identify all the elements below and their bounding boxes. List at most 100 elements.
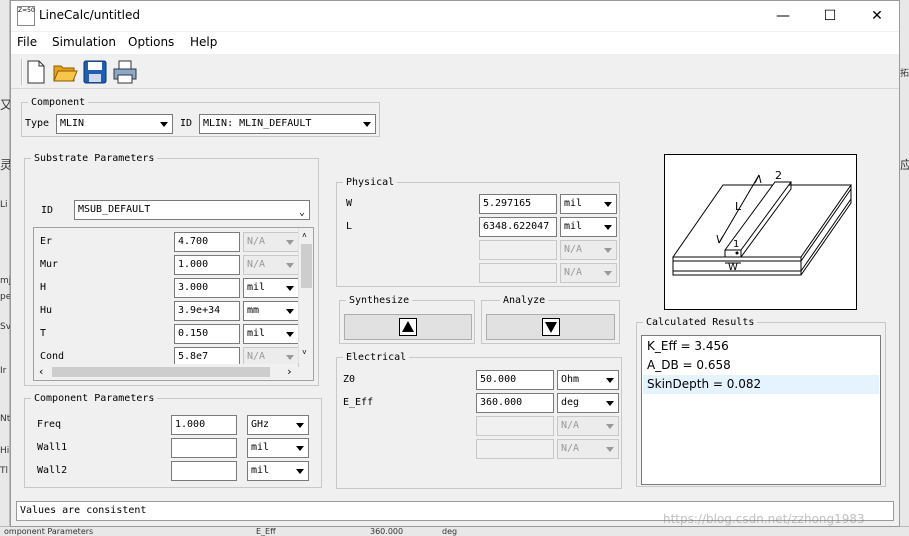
linecalc-window: Z=50 LineCalc/untitled — ☐ ✕ File Simula… — [10, 0, 900, 527]
result-item[interactable]: K_Eff = 3.456 — [643, 337, 879, 356]
component-param-unit-select[interactable]: GHz — [247, 415, 309, 435]
component-param-label: Wall1 — [37, 442, 68, 453]
menu-simulation[interactable]: Simulation — [52, 35, 116, 49]
electrical-unit-select[interactable]: deg — [557, 393, 619, 413]
substrate-unit-select-value: N/A — [247, 351, 266, 362]
diagram-label-2: 2 — [775, 169, 782, 182]
maximize-button[interactable]: ☐ — [807, 1, 853, 31]
horizontal-scrollbar[interactable]: ‹ › — [34, 364, 298, 380]
component-param-unit-select-value: mil — [251, 465, 270, 476]
scroll-right-icon[interactable]: › — [286, 365, 293, 378]
scroll-down-icon[interactable]: ˅ — [302, 348, 307, 358]
electrical-param-input[interactable]: 50.000 — [476, 370, 554, 390]
substrate-param-input[interactable]: 3.000 — [174, 278, 240, 298]
substrate-param-input[interactable]: 3.9e+34 — [174, 301, 240, 321]
menu-help[interactable]: Help — [190, 35, 217, 49]
title-bar[interactable]: Z=50 LineCalc/untitled — ☐ ✕ — [11, 1, 899, 31]
background-window-left: 又 灵 Li mj pe Sv Ir Nt Hi Tl — [0, 0, 12, 536]
result-item[interactable]: A_DB = 0.658 — [643, 356, 879, 375]
component-param-unit-select-value: mil — [251, 442, 270, 453]
new-file-icon[interactable] — [23, 59, 49, 85]
substrate-unit-select[interactable]: mil — [243, 278, 299, 298]
menu-options[interactable]: Options — [128, 35, 174, 49]
type-select[interactable]: MLIN — [56, 114, 173, 134]
result-item[interactable]: SkinDepth = 0.082 — [643, 375, 879, 394]
chevron-down-icon — [363, 122, 371, 127]
chevron-down-icon — [286, 309, 294, 314]
background-label: 拓 — [900, 69, 909, 79]
diagram-label-1: 1 — [733, 239, 739, 250]
electrical-unit-select[interactable]: Ohm — [557, 370, 619, 390]
diagram-label-l: L — [735, 200, 742, 213]
component-param-label: Freq — [37, 419, 62, 430]
close-icon: ✕ — [871, 8, 883, 24]
synthesize-legend: Synthesize — [349, 295, 410, 306]
chevron-down-icon — [160, 122, 168, 127]
electrical-unit-select-value: Ohm — [561, 374, 580, 385]
results-legend: Calculated Results — [646, 317, 755, 328]
component-param-input[interactable] — [171, 438, 237, 458]
chevron-down-icon — [604, 248, 612, 253]
physical-unit-select: N/A — [560, 240, 617, 260]
substrate-unit-select: N/A — [243, 232, 299, 252]
scroll-up-icon[interactable]: ˄ — [302, 231, 307, 241]
substrate-param-label: T — [40, 328, 47, 339]
analyze-button[interactable] — [486, 314, 615, 340]
component-legend: Component — [31, 97, 86, 108]
substrate-id-select[interactable]: MSUB_DEFAULT ⌄ — [74, 200, 310, 220]
component-param-unit-select[interactable]: mil — [247, 461, 309, 481]
physical-param-input[interactable]: 5.297165 — [479, 194, 557, 214]
window-title: LineCalc/untitled — [39, 8, 141, 22]
background-label: Ir — [0, 366, 7, 376]
electrical-param-label: E_Eff — [343, 397, 374, 408]
component-id-select[interactable]: MLIN: MLIN_DEFAULT — [199, 114, 376, 134]
minimize-button[interactable]: — — [760, 1, 806, 31]
substrate-scroll-area[interactable]: Er 4.700 N/A Mur 1.000 N/A H 3.000 mil Hu 3.9e+34 m… — [33, 227, 314, 381]
save-disk-icon[interactable] — [82, 59, 108, 85]
substrate-param-input[interactable]: 4.700 — [174, 232, 240, 252]
substrate-unit-select-value: mm — [247, 305, 260, 316]
physical-unit-select[interactable]: mil — [560, 194, 617, 214]
physical-unit-select-value: mil — [564, 221, 583, 232]
chevron-down-icon — [286, 355, 294, 360]
component-param-unit-select-value: GHz — [251, 419, 270, 430]
physical-unit-select[interactable]: mil — [560, 217, 617, 237]
print-icon[interactable] — [112, 59, 138, 85]
down-arrow-icon — [541, 318, 560, 336]
chevron-down-icon — [604, 225, 612, 230]
substrate-param-label: Mur — [40, 259, 59, 270]
background-label: Hi — [0, 446, 10, 456]
vertical-scrollbar[interactable]: ˄ ˅ — [298, 228, 313, 363]
substrate-param-label: H — [40, 282, 47, 293]
scroll-left-icon[interactable]: ‹ — [38, 365, 45, 378]
app-icon: Z=50 — [17, 6, 35, 26]
scrollbar-thumb[interactable] — [52, 367, 270, 377]
scrollbar-thumb[interactable] — [301, 244, 312, 288]
component-param-unit-select[interactable]: mil — [247, 438, 309, 458]
substrate-unit-select[interactable]: mm — [243, 301, 299, 321]
physical-param-input — [479, 263, 557, 283]
substrate-param-input[interactable]: 0.150 — [174, 324, 240, 344]
menu-file[interactable]: File — [17, 35, 37, 49]
background-window-right: 拓 应 — [900, 0, 909, 536]
chevron-down-icon — [286, 240, 294, 245]
chevron-down-icon — [606, 401, 614, 406]
background-label: Li — [0, 200, 8, 210]
substrate-unit-select[interactable]: mil — [243, 324, 299, 344]
substrate-param-input[interactable]: 1.000 — [174, 255, 240, 275]
synthesize-button[interactable] — [344, 314, 472, 340]
component-param-input[interactable] — [171, 461, 237, 481]
chevron-down-icon — [296, 423, 304, 428]
open-folder-icon[interactable] — [52, 59, 78, 85]
watermark: https://blog.csdn.net/zzhong1983 — [663, 512, 865, 526]
chevron-down-icon — [296, 446, 304, 451]
results-list[interactable]: K_Eff = 3.456 A_DB = 0.658 SkinDepth = 0.0… — [641, 335, 881, 485]
electrical-param-input[interactable]: 360.000 — [476, 393, 554, 413]
microstrip-line-icon: L W 1 2 — [672, 169, 852, 276]
physical-param-input[interactable]: 6348.622047 — [479, 217, 557, 237]
close-button[interactable]: ✕ — [854, 1, 900, 31]
component-param-input[interactable]: 1.000 — [171, 415, 237, 435]
physical-legend: Physical — [346, 177, 395, 188]
substrate-id-value: MSUB_DEFAULT — [78, 204, 151, 215]
component-param-label: Wall2 — [37, 465, 68, 476]
